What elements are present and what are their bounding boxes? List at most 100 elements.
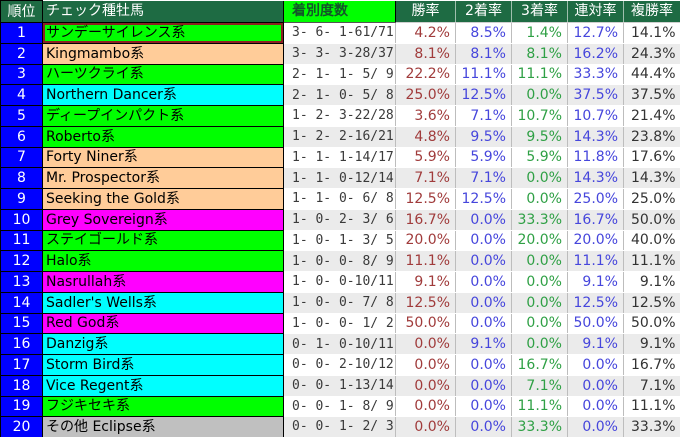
- third-rate-cell: 16.7%: [512, 355, 568, 376]
- sire-name-cell[interactable]: ディープインパクト系: [43, 106, 284, 127]
- win-rate-cell: 20.0%: [396, 230, 456, 251]
- top3-rate-cell: 33.3%: [624, 417, 680, 437]
- top3-rate-cell: 40.0%: [624, 230, 680, 251]
- sire-name-cell[interactable]: Sadler's Wells系: [43, 292, 284, 313]
- sire-name-cell[interactable]: フジキセキ系: [43, 396, 284, 417]
- third-rate-cell: 10.7%: [512, 106, 568, 127]
- top3-rate-cell: 11.1%: [624, 251, 680, 272]
- finish-counts-cell: 3- 6- 1-61/71: [284, 23, 396, 44]
- sire-name-cell[interactable]: Halo系: [43, 251, 284, 272]
- top3-rate-cell: 9.1%: [624, 272, 680, 293]
- second-rate-cell: 5.9%: [456, 147, 512, 168]
- sire-line-stats-table: 順位 チェック種牡馬 着別度数 勝率 2着率 3着率 連対率 複勝率 1 サンデ…: [0, 0, 680, 437]
- second-rate-cell: 12.5%: [456, 189, 512, 210]
- sire-name-cell[interactable]: ハーツクライ系: [43, 64, 284, 85]
- top3-rate-cell: 12.5%: [624, 292, 680, 313]
- top2-rate-cell: 11.1%: [568, 251, 624, 272]
- table-row: 8 Mr. Prospector系 1- 1- 0-12/14 7.1% 7.1…: [1, 168, 680, 189]
- win-rate-cell: 16.7%: [396, 209, 456, 230]
- table-row: 9 Seeking the Gold系 1- 1- 0- 6/ 8 12.5% …: [1, 189, 680, 210]
- table-row: 5 ディープインパクト系 1- 2- 3-22/28 3.6% 7.1% 10.…: [1, 106, 680, 127]
- table-row: 12 Halo系 1- 0- 0- 8/ 9 11.1% 0.0% 0.0% 1…: [1, 251, 680, 272]
- table-row: 16 Danzig系 0- 1- 0-10/11 0.0% 9.1% 0.0% …: [1, 334, 680, 355]
- column-header-win-rate[interactable]: 勝率: [396, 1, 456, 23]
- win-rate-cell: 12.5%: [396, 189, 456, 210]
- column-header-top2-rate[interactable]: 連対率: [568, 1, 624, 23]
- header-row: 順位 チェック種牡馬 着別度数 勝率 2着率 3着率 連対率 複勝率: [1, 1, 680, 23]
- second-rate-cell: 0.0%: [456, 313, 512, 334]
- sire-name-cell[interactable]: Roberto系: [43, 126, 284, 147]
- win-rate-cell: 4.2%: [396, 23, 456, 44]
- win-rate-cell: 0.0%: [396, 417, 456, 437]
- finish-counts-cell: 1- 0- 0-10/11: [284, 272, 396, 293]
- column-header-second-rate[interactable]: 2着率: [456, 1, 512, 23]
- win-rate-cell: 3.6%: [396, 106, 456, 127]
- top3-rate-cell: 44.4%: [624, 64, 680, 85]
- table-row: 3 ハーツクライ系 2- 1- 1- 5/ 9 22.2% 11.1% 11.1…: [1, 64, 680, 85]
- top2-rate-cell: 25.0%: [568, 189, 624, 210]
- second-rate-cell: 8.5%: [456, 23, 512, 44]
- sire-name-cell[interactable]: Forty Niner系: [43, 147, 284, 168]
- rank-cell: 1: [1, 23, 43, 44]
- column-header-third-rate[interactable]: 3着率: [512, 1, 568, 23]
- third-rate-cell: 9.5%: [512, 126, 568, 147]
- rank-cell: 14: [1, 292, 43, 313]
- third-rate-cell: 0.0%: [512, 168, 568, 189]
- second-rate-cell: 12.5%: [456, 85, 512, 106]
- second-rate-cell: 0.0%: [456, 417, 512, 437]
- third-rate-cell: 5.9%: [512, 147, 568, 168]
- top3-rate-cell: 17.6%: [624, 147, 680, 168]
- sire-name-cell[interactable]: Vice Regent系: [43, 375, 284, 396]
- sire-name-cell[interactable]: Grey Sovereign系: [43, 209, 284, 230]
- win-rate-cell: 9.1%: [396, 272, 456, 293]
- top3-rate-cell: 50.0%: [624, 313, 680, 334]
- sire-name-cell[interactable]: Kingmambo系: [43, 43, 284, 64]
- column-header-sire-name[interactable]: チェック種牡馬: [43, 1, 284, 23]
- top2-rate-cell: 20.0%: [568, 230, 624, 251]
- table-row: 10 Grey Sovereign系 1- 0- 2- 3/ 6 16.7% 0…: [1, 209, 680, 230]
- third-rate-cell: 0.0%: [512, 292, 568, 313]
- sire-name-cell[interactable]: Red God系: [43, 313, 284, 334]
- column-header-top3-rate[interactable]: 複勝率: [624, 1, 680, 23]
- column-header-finish-counts[interactable]: 着別度数: [284, 1, 396, 23]
- top2-rate-cell: 14.3%: [568, 168, 624, 189]
- sire-name-cell[interactable]: Danzig系: [43, 334, 284, 355]
- top3-rate-cell: 14.3%: [624, 168, 680, 189]
- second-rate-cell: 0.0%: [456, 355, 512, 376]
- rank-cell: 9: [1, 189, 43, 210]
- sire-name-cell[interactable]: Seeking the Gold系: [43, 189, 284, 210]
- sire-name-cell[interactable]: Mr. Prospector系: [43, 168, 284, 189]
- rank-cell: 2: [1, 43, 43, 64]
- finish-counts-cell: 1- 1- 1-14/17: [284, 147, 396, 168]
- rank-cell: 17: [1, 355, 43, 376]
- third-rate-cell: 0.0%: [512, 272, 568, 293]
- table-row: 7 Forty Niner系 1- 1- 1-14/17 5.9% 5.9% 5…: [1, 147, 680, 168]
- rank-cell: 18: [1, 375, 43, 396]
- sire-name-cell[interactable]: Northern Dancer系: [43, 85, 284, 106]
- top2-rate-cell: 16.7%: [568, 209, 624, 230]
- sire-name-cell[interactable]: サンデーサイレンス系: [43, 23, 284, 44]
- column-header-rank[interactable]: 順位: [1, 1, 43, 23]
- win-rate-cell: 0.0%: [396, 355, 456, 376]
- sire-name-cell[interactable]: その他 Eclipse系: [43, 417, 284, 437]
- sire-name-cell[interactable]: Storm Bird系: [43, 355, 284, 376]
- top3-rate-cell: 7.1%: [624, 375, 680, 396]
- top2-rate-cell: 11.8%: [568, 147, 624, 168]
- second-rate-cell: 9.5%: [456, 126, 512, 147]
- third-rate-cell: 33.3%: [512, 417, 568, 437]
- win-rate-cell: 50.0%: [396, 313, 456, 334]
- win-rate-cell: 4.8%: [396, 126, 456, 147]
- finish-counts-cell: 1- 0- 0- 7/ 8: [284, 292, 396, 313]
- sire-name-cell[interactable]: ステイゴールド系: [43, 230, 284, 251]
- second-rate-cell: 0.0%: [456, 251, 512, 272]
- rank-cell: 16: [1, 334, 43, 355]
- rank-cell: 11: [1, 230, 43, 251]
- win-rate-cell: 0.0%: [396, 334, 456, 355]
- sire-name-cell[interactable]: Nasrullah系: [43, 272, 284, 293]
- finish-counts-cell: 2- 1- 1- 5/ 9: [284, 64, 396, 85]
- finish-counts-cell: 1- 0- 0- 1/ 2: [284, 313, 396, 334]
- finish-counts-cell: 1- 0- 2- 3/ 6: [284, 209, 396, 230]
- top2-rate-cell: 0.0%: [568, 417, 624, 437]
- top3-rate-cell: 25.0%: [624, 189, 680, 210]
- rank-cell: 4: [1, 85, 43, 106]
